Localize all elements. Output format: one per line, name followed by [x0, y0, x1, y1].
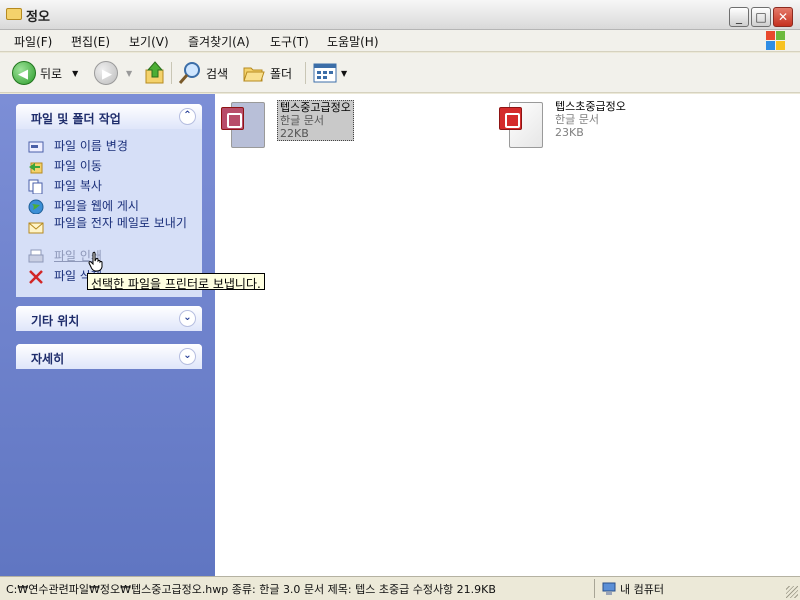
minimize-button[interactable]: _ — [729, 7, 749, 27]
my-computer-icon — [602, 582, 616, 595]
file-label: 텝스중고급정오 한글 문서 22KB — [277, 100, 354, 141]
toolbar-separator — [171, 62, 172, 84]
file-size: 23KB — [555, 126, 584, 139]
forward-button[interactable]: ▶ ▼ — [94, 61, 132, 85]
task-print-file[interactable]: 파일 인쇄 — [16, 247, 202, 267]
status-divider — [594, 579, 595, 598]
folders-icon — [243, 67, 265, 82]
up-folder-icon — [145, 61, 164, 84]
delete-x-icon — [29, 270, 43, 284]
menu-bar: 파일(F) 편집(E) 보기(V) 즐겨찾기(A) 도구(T) 도움말(H) — [0, 30, 800, 52]
menu-tools[interactable]: 도구(T) — [270, 33, 309, 50]
views-icon — [313, 63, 337, 83]
views-button[interactable]: ▼ — [313, 61, 347, 85]
expand-down-icon[interactable]: ⌄ — [179, 310, 196, 327]
forward-arrow-icon: ▶ — [94, 61, 118, 85]
hand-cursor-icon — [88, 252, 103, 272]
folders-label: 폴더 — [270, 66, 293, 81]
file-size: 22KB — [280, 127, 309, 140]
status-zone: 내 컴퓨터 — [602, 581, 664, 597]
folders-button[interactable]: 폴더 — [242, 61, 292, 85]
task-rename-file[interactable]: 파일 이름 변경 — [16, 137, 202, 157]
views-dropdown-icon: ▼ — [341, 68, 348, 78]
other-places-title: 기타 위치 — [31, 314, 80, 328]
status-file-info: C:₩연수관련파일₩정오₩텝스중고급정오.hwp 종류: 한글 3.0 문서 제… — [6, 583, 496, 596]
task-pane: 파일 및 폴더 작업 ⌃ 파일 이름 변경 파일 이동 파일 복사 파일을 웹에… — [0, 94, 215, 576]
print-tooltip: 선택한 파일을 프린터로 보냅니다. — [87, 273, 265, 291]
maximize-button[interactable]: □ — [751, 7, 771, 27]
menu-file[interactable]: 파일(F) — [14, 33, 52, 50]
expand-down-icon[interactable]: ⌄ — [179, 348, 196, 365]
search-button[interactable]: 검색 — [178, 61, 228, 85]
file-item[interactable]: 텝스초중급정오 한글 문서 23KB — [499, 99, 719, 151]
status-bar: C:₩연수관련파일₩정오₩텝스중고급정오.hwp 종류: 한글 3.0 문서 제… — [0, 576, 800, 600]
menu-view[interactable]: 보기(V) — [129, 33, 169, 50]
details-header[interactable]: 자세히 ⌄ — [16, 344, 202, 369]
search-label: 검색 — [206, 66, 229, 81]
file-name: 텝스중고급정오 — [280, 101, 351, 114]
window-title: 정오 — [26, 10, 50, 25]
folder-icon — [6, 8, 22, 20]
explorer-window: 정오 _ □ ✕ 파일(F) 편집(E) 보기(V) 즐겨찾기(A) 도구(T)… — [0, 0, 800, 600]
globe-icon — [28, 199, 44, 214]
file-type: 한글 문서 — [555, 113, 599, 126]
title-bar: 정오 _ □ ✕ — [0, 0, 800, 30]
back-arrow-icon: ◀ — [12, 61, 36, 85]
copy-icon — [28, 179, 43, 194]
menu-favorites[interactable]: 즐겨찾기(A) — [188, 33, 250, 50]
file-item[interactable]: 텝스중고급정오 한글 문서 22KB — [221, 99, 441, 151]
forward-dropdown-icon: ▼ — [126, 68, 133, 78]
back-label: 뒤로 — [40, 66, 63, 81]
task-copy-file[interactable]: 파일 복사 — [16, 177, 202, 197]
windows-logo-icon — [766, 31, 786, 51]
file-list-area[interactable]: 텝스중고급정오 한글 문서 22KB 텝스초중급정오 한글 문서 23KB — [215, 94, 800, 576]
task-rename-label: 파일 이름 변경 — [54, 139, 128, 153]
status-computer-label: 내 컴퓨터 — [620, 583, 664, 596]
menu-edit[interactable]: 편집(E) — [71, 33, 110, 50]
task-email-label: 파일을 전자 메일로 보내기 — [54, 216, 187, 230]
toolbar: ◀ 뒤로 ▼ ▶ ▼ 검색 폴더 ▼ — [0, 53, 800, 93]
close-button[interactable]: ✕ — [773, 7, 793, 27]
task-move-file[interactable]: 파일 이동 — [16, 157, 202, 177]
collapse-up-icon[interactable]: ⌃ — [179, 108, 196, 125]
back-dropdown-icon[interactable]: ▼ — [72, 69, 78, 78]
task-copy-label: 파일 복사 — [54, 179, 102, 193]
back-button[interactable]: ◀ 뒤로 ▼ — [12, 61, 78, 85]
file-type: 한글 문서 — [280, 114, 324, 127]
details-panel: 자세히 ⌄ — [16, 344, 202, 369]
rename-icon — [28, 141, 44, 153]
other-places-header[interactable]: 기타 위치 ⌄ — [16, 306, 202, 331]
move-icon — [29, 162, 43, 174]
file-folder-tasks-title: 파일 및 폴더 작업 — [31, 112, 121, 126]
task-email-file[interactable]: 파일을 전자 메일로 보내기 — [16, 217, 202, 247]
file-label: 텝스초중급정오 한글 문서 23KB — [555, 100, 626, 139]
task-move-label: 파일 이동 — [54, 159, 102, 173]
hwp-document-icon — [221, 102, 267, 148]
file-folder-tasks-list: 파일 이름 변경 파일 이동 파일 복사 파일을 웹에 게시 파일을 전자 메일… — [16, 129, 202, 297]
file-folder-tasks-header[interactable]: 파일 및 폴더 작업 ⌃ — [16, 104, 202, 129]
hwp-document-icon — [499, 102, 545, 148]
up-folder-button[interactable] — [144, 61, 166, 85]
printer-icon — [28, 249, 44, 263]
file-folder-tasks-panel: 파일 및 폴더 작업 ⌃ 파일 이름 변경 파일 이동 파일 복사 파일을 웹에… — [16, 104, 202, 297]
search-icon — [178, 62, 200, 84]
email-icon — [28, 222, 44, 234]
task-publish-label: 파일을 웹에 게시 — [54, 199, 139, 213]
other-places-panel: 기타 위치 ⌄ — [16, 306, 202, 331]
details-title: 자세히 — [31, 352, 65, 366]
file-name: 텝스초중급정오 — [555, 100, 626, 113]
resize-grip-icon[interactable] — [786, 586, 798, 598]
task-publish-web[interactable]: 파일을 웹에 게시 — [16, 197, 202, 217]
toolbar-separator — [305, 62, 306, 84]
menu-help[interactable]: 도움말(H) — [327, 33, 379, 50]
